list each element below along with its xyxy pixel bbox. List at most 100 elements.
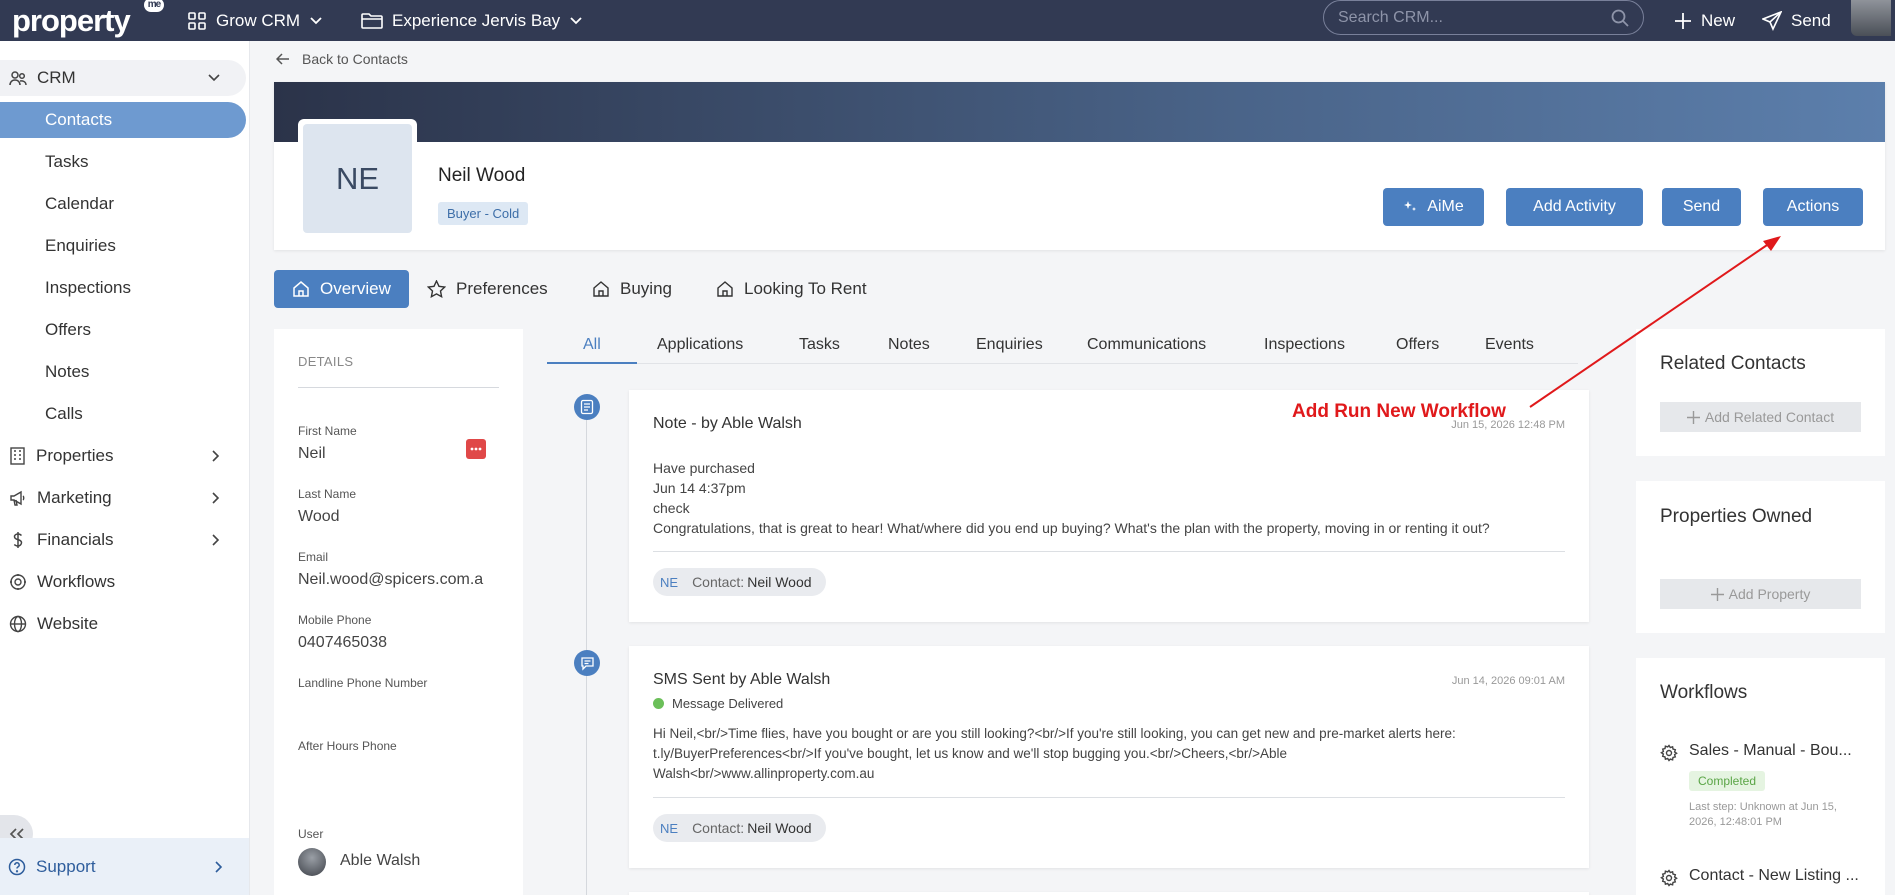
workflow-meta-line: Last step: Unknown at Jun 15,	[1689, 801, 1837, 813]
logo-badge: me	[144, 0, 164, 12]
activity-tab-enquiries[interactable]: Enquiries	[976, 336, 1043, 354]
logo-text: property	[12, 2, 131, 38]
activity-tab-all[interactable]: All	[583, 336, 601, 354]
annotation-label: Add Run New Workflow	[1292, 401, 1506, 422]
sidebar-item-financials[interactable]: Financials	[0, 522, 246, 558]
user-value[interactable]: Able Walsh	[340, 852, 420, 870]
last-name-value[interactable]: Wood	[298, 508, 340, 526]
sidebar-item-marketing[interactable]: Marketing	[0, 480, 246, 516]
sidebar-item-label: Notes	[45, 362, 90, 381]
paper-plane-icon	[1762, 10, 1782, 31]
activity-body: Hi Neil,<br/>Time flies, have you bought…	[653, 724, 1456, 784]
tab-label: Buying	[620, 279, 672, 298]
activity-tab-offers[interactable]: Offers	[1396, 336, 1439, 354]
sidebar-item-properties[interactable]: Properties	[0, 438, 246, 474]
home-icon	[293, 281, 309, 297]
chip-prefix: Contact:	[692, 574, 745, 590]
activity-line: t.ly/BuyerPreferences<br/>If you've boug…	[653, 746, 1288, 761]
search-icon[interactable]	[1611, 9, 1629, 27]
sidebar-item-calendar[interactable]: Calendar	[0, 186, 246, 222]
tab-preferences[interactable]: Preferences	[427, 270, 548, 308]
tab-buying[interactable]: Buying	[592, 270, 672, 308]
chip-initials: NE	[660, 574, 679, 590]
tab-overview[interactable]: Overview	[274, 270, 409, 308]
sidebar-item-offers[interactable]: Offers	[0, 312, 246, 348]
activity-title: SMS Sent by Able Walsh	[653, 671, 831, 688]
user-avatar[interactable]	[1851, 0, 1891, 36]
add-property-label: Add Property	[1728, 586, 1811, 602]
folder-icon	[361, 12, 383, 29]
more-options-icon[interactable]	[466, 439, 486, 459]
activity-card-sms[interactable]: SMS Sent by Able Walsh Jun 14, 2026 09:0…	[629, 646, 1589, 868]
activity-body: Have purchased Jun 14 4:37pm check Congr…	[653, 458, 1490, 538]
sidebar-item-label: Properties	[36, 446, 114, 465]
contact-avatar: NE	[298, 119, 417, 238]
send-button[interactable]: Send	[1662, 188, 1741, 226]
grid-icon	[188, 11, 206, 30]
user-avatar-small	[298, 848, 326, 876]
send-label: Send	[1682, 198, 1721, 215]
search-placeholder: Search CRM...	[1338, 8, 1443, 26]
actions-button[interactable]: Actions	[1763, 188, 1863, 226]
note-icon	[574, 394, 600, 420]
sidebar-item-notes[interactable]: Notes	[0, 354, 246, 390]
contact-chip[interactable]: NE Contact: Neil Wood	[653, 814, 826, 842]
back-to-contacts-link[interactable]: Back to Contacts	[276, 51, 408, 67]
after-hours-phone-label: After Hours Phone	[298, 739, 397, 753]
details-title: DETAILS	[298, 354, 354, 369]
email-label: Email	[298, 550, 329, 564]
sidebar-item-enquiries[interactable]: Enquiries	[0, 228, 246, 264]
workflow-item-name[interactable]: Sales - Manual - Bou...	[1689, 742, 1852, 760]
activity-tab-events[interactable]: Events	[1485, 336, 1534, 354]
sidebar-item-contacts[interactable]: Contacts	[0, 102, 246, 138]
support-link[interactable]: Support	[0, 838, 249, 895]
email-value[interactable]: Neil.wood@spicers.com.a	[298, 571, 483, 589]
aime-button[interactable]: AiMe	[1383, 188, 1484, 226]
sidebar-item-tasks[interactable]: Tasks	[0, 144, 246, 180]
sidebar-item-website[interactable]: Website	[0, 606, 246, 642]
search-input[interactable]: Search CRM...	[1323, 0, 1644, 35]
star-icon	[427, 280, 446, 298]
active-tab-indicator	[547, 362, 637, 364]
activity-card-note[interactable]: Note - by Able Walsh Jun 15, 2026 12:48 …	[629, 390, 1589, 622]
app-logo[interactable]: property me	[12, 0, 164, 41]
sidebar-item-label: Offers	[45, 320, 91, 339]
contact-name: Neil Wood	[438, 165, 526, 186]
sidebar-item-label: Workflows	[37, 572, 116, 591]
activity-tab-applications[interactable]: Applications	[657, 336, 743, 354]
status-text: Message Delivered	[672, 696, 784, 711]
workspace-label: Grow CRM	[216, 10, 301, 30]
contact-chip[interactable]: NE Contact: Neil Wood	[653, 568, 826, 596]
workspace-switcher[interactable]: Grow CRM	[187, 0, 322, 41]
activity-tab-communications[interactable]: Communications	[1087, 336, 1206, 354]
add-related-contact-button[interactable]: Add Related Contact	[1660, 402, 1861, 432]
user-label: User	[298, 827, 324, 841]
agency-switcher[interactable]: Experience Jervis Bay	[361, 0, 582, 41]
activity-tab-tasks[interactable]: Tasks	[799, 336, 840, 354]
workflows-panel: Workflows Sales - Manual - Bou... Comple…	[1636, 658, 1885, 895]
sidebar: CRM Contacts Tasks Calendar Enquiries In…	[0, 41, 250, 895]
activity-tab-inspections[interactable]: Inspections	[1264, 336, 1345, 354]
sidebar-item-inspections[interactable]: Inspections	[0, 270, 246, 306]
chevron-down-icon	[570, 16, 582, 24]
send-top-button[interactable]: Send	[1762, 0, 1831, 41]
sidebar-item-crm[interactable]: CRM	[0, 60, 246, 96]
first-name-value[interactable]: Neil	[298, 445, 326, 463]
tab-looking-to-rent[interactable]: Looking To Rent	[716, 270, 867, 308]
sidebar-item-calls[interactable]: Calls	[0, 396, 246, 432]
sidebar-item-label: Contacts	[45, 110, 113, 129]
workflow-item-name[interactable]: Contact - New Listing ...	[1689, 867, 1859, 885]
activity-tab-notes[interactable]: Notes	[888, 336, 930, 354]
new-button[interactable]: New	[1674, 0, 1735, 41]
sidebar-item-workflows[interactable]: Workflows	[0, 564, 246, 600]
agency-label: Experience Jervis Bay	[392, 10, 561, 30]
arrow-left-icon	[276, 53, 289, 65]
mobile-phone-value[interactable]: 0407465038	[298, 634, 387, 652]
add-property-button[interactable]: Add Property	[1660, 579, 1861, 609]
add-activity-button[interactable]: Add Activity	[1506, 188, 1643, 226]
chevron-right-icon	[215, 860, 223, 873]
help-circle-icon	[8, 858, 26, 875]
plus-icon	[1710, 587, 1724, 601]
sidebar-item-label: Marketing	[37, 488, 112, 507]
activity-line: check	[653, 500, 690, 516]
